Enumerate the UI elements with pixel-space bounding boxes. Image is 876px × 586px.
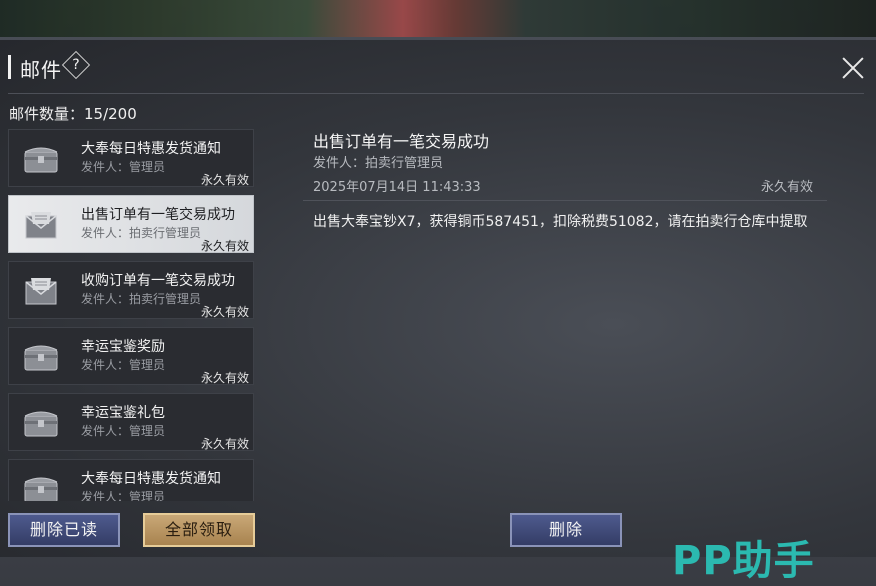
mail-validity: 永久有效 bbox=[200, 173, 249, 187]
mail-sender: 发件人：拍卖行管理员 bbox=[81, 292, 202, 306]
title-accent-bar bbox=[8, 55, 11, 79]
list-item[interactable]: 幸运宝鉴奖励 发件人：管理员永久有效 bbox=[8, 327, 254, 385]
header-divider bbox=[8, 93, 864, 94]
detail-sender: 发件人：拍卖行管理员 bbox=[313, 156, 444, 171]
claim-all-button[interactable]: 全部领取 bbox=[143, 513, 255, 547]
chest-icon bbox=[21, 142, 61, 176]
game-scene-background bbox=[0, 0, 876, 40]
mail-header: 邮件 ? bbox=[0, 40, 876, 94]
list-item[interactable]: 大奉每日特惠发货通知发件人：管理员永久有效 bbox=[8, 459, 254, 501]
mail-sender: 发件人：管理员 bbox=[81, 160, 166, 174]
letter-icon bbox=[21, 208, 61, 242]
close-icon[interactable] bbox=[841, 56, 865, 80]
delete-button[interactable]: 删除 bbox=[510, 513, 622, 547]
mail-validity: 永久有效 bbox=[200, 239, 249, 253]
letter-icon bbox=[21, 274, 61, 308]
chest-icon bbox=[21, 340, 61, 374]
mail-count: 邮件数量：15/200 bbox=[9, 105, 137, 123]
mail-sender: 发件人：管理员 bbox=[81, 358, 166, 372]
mail-subject: 大奉每日特惠发货通知 bbox=[81, 141, 221, 157]
mail-subject: 出售订单有一笔交易成功 bbox=[81, 207, 235, 223]
list-item[interactable]: 大奉每日特惠发货通知发件人：管理员永久有效 bbox=[8, 129, 254, 187]
detail-body: 出售大奉宝钞X7，获得铜币587451，扣除税费51082，请在拍卖行仓库中提取 bbox=[313, 214, 808, 230]
detail-divider bbox=[303, 200, 827, 201]
mail-list[interactable]: 大奉每日特惠发货通知 发件人：管理员 永久有效 出售订单有一笔交易成功 发件人：拍卖行管… bbox=[8, 129, 256, 501]
list-item[interactable]: 出售订单有一笔交易成功 发件人：拍卖行管理员 永久有效 bbox=[8, 195, 254, 253]
mail-validity: 永久有效 bbox=[200, 305, 249, 319]
mail-validity: 永久有效 bbox=[200, 437, 249, 451]
list-item[interactable]: 幸运宝鉴礼包 发件人：管理员永久有效 bbox=[8, 393, 254, 451]
page-title: 邮件 bbox=[20, 58, 62, 82]
mail-subject: 幸运宝鉴礼包 bbox=[81, 405, 165, 421]
delete-read-button[interactable]: 删除已读 bbox=[8, 513, 120, 547]
mail-panel: 邮件 ? 邮件数量：15/200 大奉每日特惠发货通知 发件人：管理员 永久有效 出售… bbox=[0, 40, 876, 584]
detail-date: 2025年07月14日 11:43:33 bbox=[313, 180, 481, 195]
detail-validity: 永久有效 bbox=[761, 180, 814, 195]
mail-sender: 发件人：管理员 bbox=[81, 424, 166, 438]
chest-icon bbox=[21, 406, 61, 440]
detail-subject: 出售订单有一笔交易成功 bbox=[313, 132, 490, 151]
mail-subject: 幸运宝鉴奖励 bbox=[81, 339, 165, 355]
watermark-logo: PP助手 bbox=[672, 538, 815, 584]
chest-icon bbox=[21, 472, 61, 501]
mail-sender: 发件人：管理员 bbox=[81, 490, 166, 501]
list-item[interactable]: 收购订单有一笔交易成功 发件人：拍卖行管理员 永久有效 bbox=[8, 261, 254, 319]
mail-subject: 收购订单有一笔交易成功 bbox=[81, 273, 235, 289]
help-symbol: ? bbox=[72, 57, 80, 73]
help-icon[interactable]: ? bbox=[61, 50, 91, 80]
mail-subject: 大奉每日特惠发货通知 bbox=[81, 471, 221, 487]
mail-validity: 永久有效 bbox=[200, 371, 249, 385]
mail-sender: 发件人：拍卖行管理员 bbox=[81, 226, 202, 240]
